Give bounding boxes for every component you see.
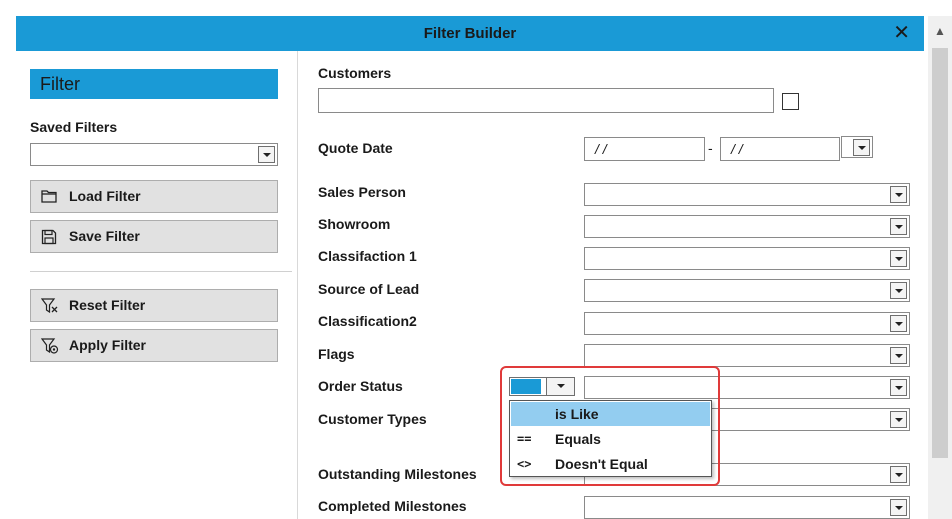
filter-apply-icon xyxy=(41,338,59,354)
classification1-label: Classifaction 1 xyxy=(318,248,417,264)
customers-label: Customers xyxy=(318,65,392,81)
load-filter-label: Load Filter xyxy=(69,188,141,204)
vertical-scrollbar[interactable]: ▲ xyxy=(928,16,952,519)
chevron-down-icon[interactable] xyxy=(258,146,275,163)
order-status-operator-select[interactable] xyxy=(509,377,575,396)
completed-milestones-select[interactable] xyxy=(584,496,910,519)
operator-selected-swatch xyxy=(511,379,541,394)
customer-types-label: Customer Types xyxy=(318,411,427,427)
chevron-down-icon[interactable] xyxy=(853,139,870,156)
classification1-select[interactable] xyxy=(584,247,910,270)
sales-person-select[interactable] xyxy=(584,183,910,206)
chevron-down-icon[interactable] xyxy=(890,466,907,483)
chevron-down-icon[interactable] xyxy=(890,499,907,516)
chevron-down-icon[interactable] xyxy=(890,218,907,235)
load-filter-button[interactable]: Load Filter xyxy=(30,180,278,213)
completed-milestones-label: Completed Milestones xyxy=(318,498,467,514)
operator-option-is-like[interactable]: is Like xyxy=(511,402,710,426)
filter-reset-icon xyxy=(41,298,58,314)
order-status-label: Order Status xyxy=(318,378,403,394)
chevron-down-icon[interactable] xyxy=(890,379,907,396)
showroom-label: Showroom xyxy=(318,216,391,232)
quote-date-to-input[interactable]: / / xyxy=(720,137,840,161)
quote-date-label: Quote Date xyxy=(318,140,393,156)
apply-filter-label: Apply Filter xyxy=(69,337,147,353)
operator-dropdown-list: is Like == Equals <> Doesn't Equal xyxy=(509,400,712,477)
classification2-select[interactable] xyxy=(584,312,910,335)
chevron-down-icon[interactable] xyxy=(546,378,574,395)
chevron-down-icon[interactable] xyxy=(890,315,907,332)
operator-label: Equals xyxy=(555,431,601,447)
folder-icon xyxy=(41,190,57,203)
operator-option-doesnt-equal[interactable]: <> Doesn't Equal xyxy=(511,452,710,476)
chevron-down-icon[interactable] xyxy=(890,250,907,267)
operator-option-equals[interactable]: == Equals xyxy=(511,427,710,451)
dialog-title: Filter Builder xyxy=(423,25,517,42)
filter-sidebar: Filter Saved Filters Load Filter Save Fi… xyxy=(16,51,298,519)
customers-checkbox[interactable] xyxy=(782,93,799,110)
dialog-titlebar: Filter Builder ✕ xyxy=(16,16,924,51)
scrollbar-thumb[interactable] xyxy=(932,48,948,458)
apply-filter-button[interactable]: Apply Filter xyxy=(30,329,278,362)
scroll-up-icon[interactable]: ▲ xyxy=(928,16,952,46)
save-filter-label: Save Filter xyxy=(69,228,140,244)
quote-date-from-input[interactable]: / / xyxy=(584,137,705,161)
reset-filter-button[interactable]: Reset Filter xyxy=(30,289,278,322)
saved-filters-select[interactable] xyxy=(30,143,278,166)
showroom-select[interactable] xyxy=(584,215,910,238)
filter-heading: Filter xyxy=(30,69,278,99)
outstanding-milestones-label: Outstanding Milestones xyxy=(318,466,477,482)
customers-input[interactable] xyxy=(318,88,774,113)
operator-symbol: <> xyxy=(517,457,532,471)
sidebar-divider xyxy=(30,271,292,272)
close-icon[interactable]: ✕ xyxy=(893,16,910,51)
save-icon xyxy=(41,229,57,245)
operator-label: Doesn't Equal xyxy=(555,456,648,472)
operator-symbol: == xyxy=(517,432,532,446)
chevron-down-icon[interactable] xyxy=(890,411,907,428)
flags-label: Flags xyxy=(318,346,355,362)
save-filter-button[interactable]: Save Filter xyxy=(30,220,278,253)
operator-label: is Like xyxy=(555,406,599,422)
flags-select[interactable] xyxy=(584,344,910,367)
chevron-down-icon[interactable] xyxy=(890,347,907,364)
reset-filter-label: Reset Filter xyxy=(69,297,146,313)
source-of-lead-select[interactable] xyxy=(584,279,910,302)
saved-filters-label: Saved Filters xyxy=(30,119,118,135)
classification2-label: Classification2 xyxy=(318,313,417,329)
sales-person-label: Sales Person xyxy=(318,184,406,200)
chevron-down-icon[interactable] xyxy=(890,186,907,203)
source-of-lead-label: Source of Lead xyxy=(318,281,420,297)
chevron-down-icon[interactable] xyxy=(890,282,907,299)
quote-date-separator: - xyxy=(708,140,713,156)
quote-date-dropdown[interactable] xyxy=(841,136,873,158)
